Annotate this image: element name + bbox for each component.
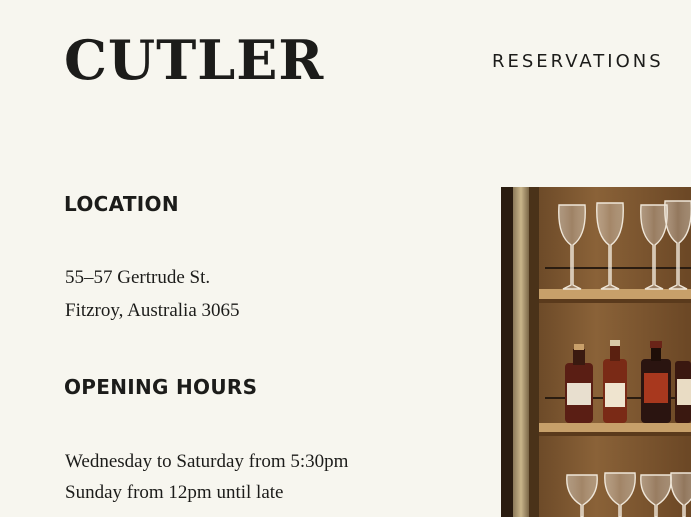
- nav-link-reservations[interactable]: RESERVATIONS: [492, 50, 664, 74]
- logo[interactable]: CUTLER: [64, 28, 324, 92]
- hours-line-1: Wednesday to Saturday from 5:30pm: [65, 451, 349, 472]
- opening-hours-heading: OPENING HOURS: [64, 375, 258, 399]
- bar-shelves-photo: [501, 187, 691, 517]
- address-line-2: Fitzroy, Australia 3065: [65, 300, 240, 321]
- hours-line-2: Sunday from 12pm until late: [65, 482, 284, 503]
- location-heading: LOCATION: [64, 192, 179, 216]
- address-line-1: 55–57 Gertrude St.: [65, 267, 211, 288]
